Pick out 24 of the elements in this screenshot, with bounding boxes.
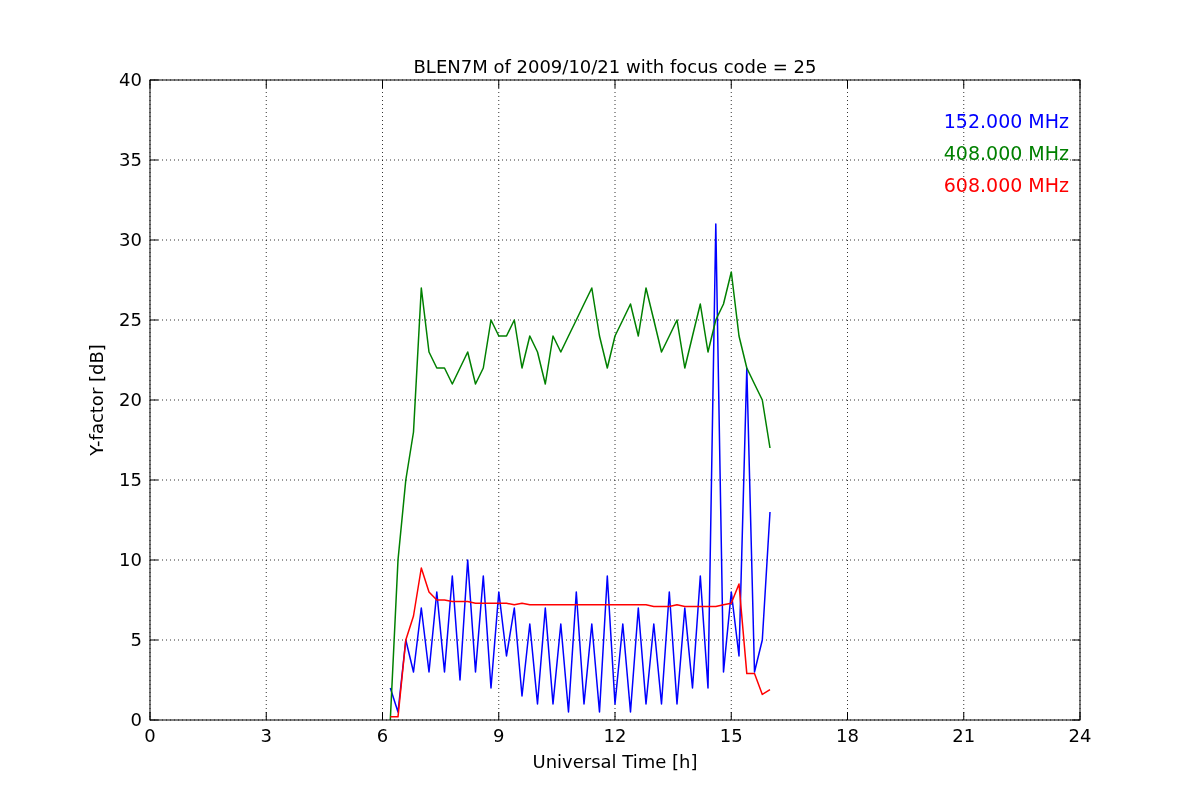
y-tick-label: 30 [119, 229, 142, 250]
y-tick-label: 10 [119, 549, 142, 570]
x-tick-label: 21 [952, 725, 976, 746]
y-tick-label: 5 [130, 629, 142, 650]
x-tick-label: 9 [493, 725, 505, 746]
legend-label: 152.000 MHz [943, 110, 1069, 132]
y-tick-label: 15 [119, 469, 142, 490]
chart-title: BLEN7M of 2009/10/21 with focus code = 25 [413, 56, 817, 77]
x-tick-label: 0 [144, 725, 156, 746]
y-tick-label: 0 [130, 709, 142, 730]
x-tick-label: 3 [260, 725, 272, 746]
y-tick-label: 25 [119, 309, 142, 330]
legend-label: 408.000 MHz [943, 142, 1069, 164]
y-tick-label: 20 [119, 389, 142, 410]
y-tick-label: 35 [119, 149, 142, 170]
legend-label: 608.000 MHz [943, 174, 1069, 196]
x-tick-label: 15 [719, 725, 743, 746]
y-tick-label: 40 [119, 69, 142, 90]
x-tick-label: 18 [836, 725, 859, 746]
x-tick-label: 24 [1068, 725, 1092, 746]
x-tick-label: 6 [376, 725, 389, 746]
x-axis-label: Universal Time [h] [532, 751, 698, 772]
y-axis-label: Y-factor [dB] [86, 344, 107, 456]
x-tick-label: 12 [603, 725, 627, 746]
